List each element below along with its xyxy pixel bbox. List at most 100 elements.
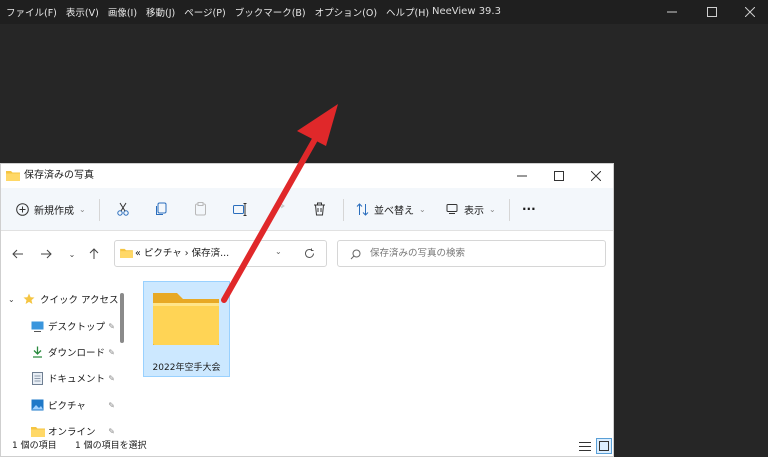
minimize-icon [517,175,527,177]
address-bar[interactable]: « ピクチャ › 保存済... ⌄ [114,240,327,267]
sidebar-item-label: ドキュメント [48,374,106,385]
rename-icon [233,202,247,216]
sidebar-item-label: ダウンロード [48,348,106,359]
neeview-maximize-button[interactable] [697,0,727,24]
neeview-title: NeeView 39.3 [432,6,501,17]
search-box[interactable]: 保存済みの写真の検索 [337,240,606,267]
download-icon [33,346,42,358]
pin-icon: ✎ [108,400,115,410]
neeview-titlebar: ファイル(F) 表示(V) 画像(I) 移動(J) ページ(P) ブックマーク(… [0,0,768,24]
neeview-close-button[interactable] [735,0,765,24]
minimize-icon [667,11,677,13]
sort-button[interactable]: 並べ替え ⌄ [356,188,426,230]
maximize-icon [707,7,717,17]
explorer-minimize-button[interactable] [503,164,541,188]
more-options-button[interactable]: ··· [522,188,536,230]
forward-button[interactable] [37,245,55,263]
rename-button[interactable] [233,188,247,230]
breadcrumb-pictures[interactable]: ピクチャ [144,248,182,259]
arrow-left-icon [12,249,23,259]
new-button[interactable]: 新規作成 ⌄ [16,188,86,230]
sidebar-item-pictures[interactable]: ピクチャ ✎ [1,393,119,417]
view-button-label: 表示 [464,205,484,217]
explorer-maximize-button[interactable] [540,164,578,188]
recent-locations-button[interactable]: ⌄ [63,245,81,263]
explorer-close-button[interactable] [577,164,615,188]
scissors-icon [117,202,129,216]
menu-page[interactable]: ページ(P) [184,5,225,19]
status-bar: 1 個の項目 1 個の項目を選択 [1,437,613,456]
up-button[interactable] [85,245,103,263]
explorer-title: 保存済みの写真 [24,170,94,181]
chevron-down-icon[interactable]: ⌄ [8,295,15,304]
back-button[interactable] [9,245,27,263]
menu-move[interactable]: 移動(J) [146,5,175,19]
folder-item[interactable]: 2022年空手大会 [143,281,230,377]
menu-bookmark[interactable]: ブックマーク(B) [235,5,306,19]
cut-button[interactable] [116,188,130,230]
divider [509,199,510,221]
copy-button[interactable] [155,188,168,230]
sidebar-item-label: クイック アクセス [40,295,119,306]
sidebar-item-quick-access[interactable]: ⌄ クイック アクセス [1,287,119,311]
share-button[interactable] [273,188,287,230]
trash-icon [314,202,325,216]
neeview-minimize-button[interactable] [657,0,687,24]
close-icon [591,171,601,181]
tiles-view-button[interactable] [596,438,612,454]
sidebar-item-label: オンライン [48,427,96,438]
sidebar-item-label: デスクトップ [48,322,106,333]
clipboard-icon [195,202,206,216]
neeview-menubar: ファイル(F) 表示(V) 画像(I) 移動(J) ページ(P) ブックマーク(… [6,0,429,24]
pin-icon: ✎ [108,347,115,357]
sidebar-item-label: ピクチャ [48,401,86,412]
folder-icon [31,426,45,437]
tiles-view-icon [599,441,609,451]
details-view-icon[interactable] [579,441,591,452]
delete-button[interactable] [313,188,326,230]
explorer-window: 保存済みの写真 新規作成 ⌄ 並べ替え ⌄ 表示 ⌄ ··· ⌄ « ピクチャ … [0,163,614,457]
breadcrumb-separator: › [184,248,189,259]
explorer-titlebar: 保存済みの写真 [1,164,613,188]
menu-view[interactable]: 表示(V) [66,5,99,19]
sidebar-item-desktop[interactable]: デスクトップ ✎ [1,314,119,338]
navigation-bar: ⌄ « ピクチャ › 保存済... ⌄ 保存済みの写真の検索 [1,231,613,277]
pin-icon: ✎ [108,321,115,331]
sidebar-scrollbar[interactable] [120,293,124,343]
sort-button-label: 並べ替え [374,205,414,217]
menu-help[interactable]: ヘルプ(H) [386,5,429,19]
search-placeholder: 保存済みの写真の検索 [370,248,466,259]
view-button[interactable]: 表示 ⌄ [446,188,496,230]
folder-icon [120,248,133,258]
maximize-icon [554,171,564,181]
view-layout-icon [446,204,458,214]
sort-icon [356,202,369,216]
folder-icon [153,293,219,345]
menu-image[interactable]: 画像(I) [108,5,137,19]
breadcrumb-overflow[interactable]: « [135,248,141,259]
item-count: 1 個の項目 [12,441,57,451]
chevron-down-icon: ⌄ [489,204,496,214]
menu-option[interactable]: オプション(O) [315,5,377,19]
chevron-down-icon: ⌄ [68,249,76,259]
arrow-right-icon [41,249,52,259]
desktop-icon [31,321,44,332]
divider [99,199,100,221]
picture-icon [31,399,44,411]
search-icon [350,249,361,260]
new-button-label: 新規作成 [34,205,74,217]
sidebar-item-downloads[interactable]: ダウンロード ✎ [1,340,119,364]
navigation-pane: ⌄ クイック アクセス デスクトップ ✎ ダウンロード ✎ ドキュメント ✎ ピ… [1,277,129,438]
sidebar-item-documents[interactable]: ドキュメント ✎ [1,366,119,390]
command-bar: 新規作成 ⌄ 並べ替え ⌄ 表示 ⌄ ··· [1,188,613,231]
breadcrumb: « ピクチャ › 保存済... [135,241,229,266]
paste-button[interactable] [194,188,207,230]
menu-file[interactable]: ファイル(F) [6,5,57,19]
star-icon [23,293,35,304]
refresh-icon[interactable] [304,248,315,259]
folder-name: 2022年空手大会 [152,363,221,373]
plus-circle-icon [16,202,29,216]
address-history-button[interactable]: ⌄ [275,247,282,256]
copy-icon [156,202,167,215]
breadcrumb-saved[interactable]: 保存済... [192,248,230,259]
